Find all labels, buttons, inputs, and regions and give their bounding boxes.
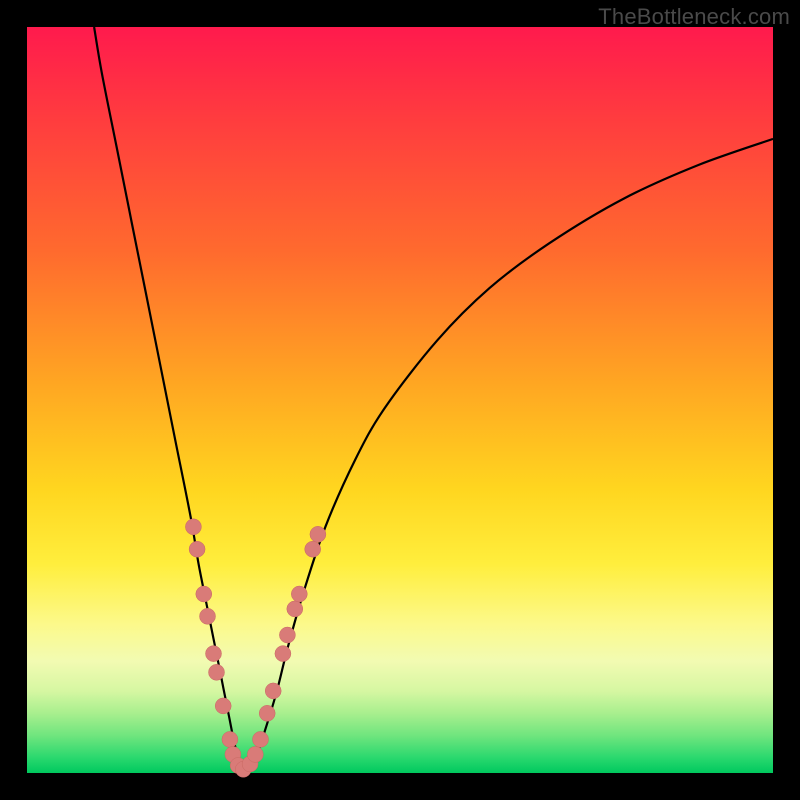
marker-dot [310, 526, 326, 542]
marker-dot [253, 731, 269, 747]
marker-dot [222, 731, 238, 747]
marker-dot [291, 586, 307, 602]
marker-dot [287, 601, 303, 617]
marker-dot [279, 627, 295, 643]
marker-dot [209, 664, 225, 680]
marker-dot [185, 519, 201, 535]
marker-dot [259, 705, 275, 721]
bottleneck-curve [94, 27, 773, 769]
marker-dot [215, 698, 231, 714]
marker-dot [305, 541, 321, 557]
curve-layer [27, 27, 773, 773]
outer-frame: TheBottleneck.com [0, 0, 800, 800]
marker-dot [247, 746, 263, 762]
marker-dot [200, 608, 216, 624]
marker-dot [189, 541, 205, 557]
marker-group [185, 519, 326, 778]
watermark-text: TheBottleneck.com [598, 4, 790, 30]
marker-dot [196, 586, 212, 602]
marker-dot [206, 646, 222, 662]
marker-dot [265, 683, 281, 699]
marker-dot [275, 646, 291, 662]
